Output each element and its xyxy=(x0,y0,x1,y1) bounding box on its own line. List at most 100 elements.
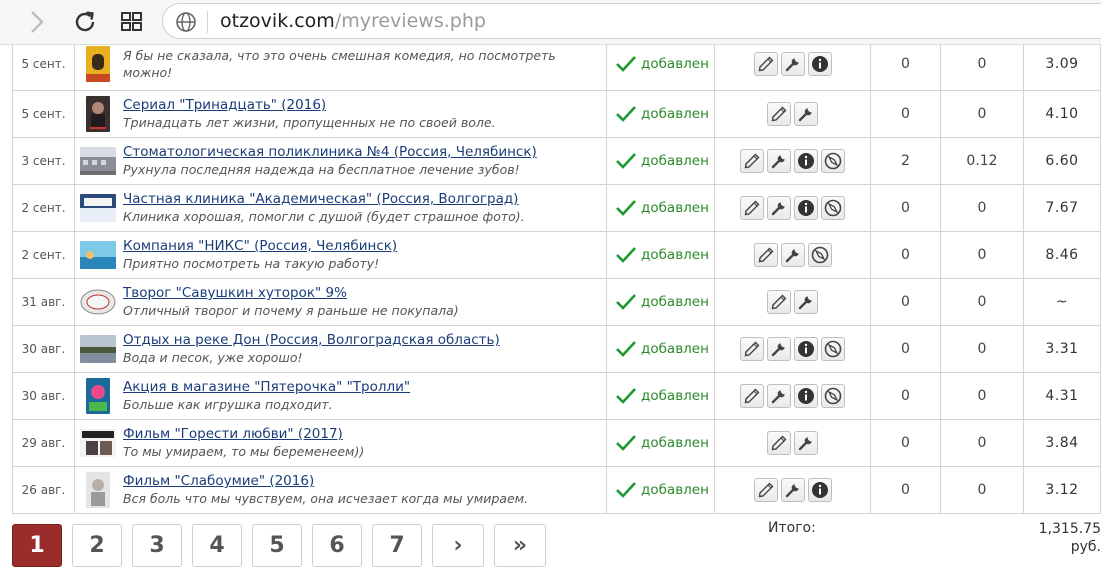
address-bar[interactable]: otzovik.com/myreviews.php xyxy=(162,3,1101,39)
review-status-cell: добавлен xyxy=(606,466,715,514)
wrench-button[interactable] xyxy=(794,430,818,455)
review-thumbnail[interactable] xyxy=(80,241,116,269)
review-status: добавлен xyxy=(641,294,709,310)
compass-button[interactable] xyxy=(821,195,845,220)
tabs-grid-button[interactable] xyxy=(117,7,147,37)
page-button-6[interactable]: 6 xyxy=(312,524,362,567)
review-title-cell: Компания "НИКС" (Россия, Челябинск) Прия… xyxy=(74,231,607,279)
review-thumbnail[interactable] xyxy=(80,147,116,175)
compass-button[interactable] xyxy=(821,383,845,408)
page-button-7[interactable]: 7 xyxy=(372,524,422,567)
info-button[interactable] xyxy=(807,51,832,76)
review-title-link[interactable]: Творог "Савушкин хуторок" 9% xyxy=(123,285,459,302)
wrench-button[interactable] xyxy=(767,336,791,361)
page-button-5[interactable]: 5 xyxy=(252,524,302,567)
page-button-4[interactable]: 4 xyxy=(192,524,242,567)
review-title-link[interactable]: Частная клиника "Академическая" (Россия,… xyxy=(123,191,525,208)
review-thumbnail[interactable] xyxy=(80,194,116,222)
info-button[interactable] xyxy=(794,383,818,408)
compass-button[interactable] xyxy=(821,148,845,173)
wrench-button[interactable] xyxy=(794,289,818,314)
review-title-cell: Сериал "Тринадцать" (2016) Тринадцать ле… xyxy=(74,90,607,138)
review-earnings: ~ xyxy=(1023,278,1101,326)
review-earnings: 4.10 xyxy=(1023,90,1101,138)
page-button-1[interactable]: 1 xyxy=(12,524,62,567)
review-thumbnail[interactable] xyxy=(80,288,116,316)
wrench-button[interactable] xyxy=(767,148,791,173)
review-status: добавлен xyxy=(641,56,709,72)
review-thumbnail[interactable] xyxy=(80,429,116,457)
info-button[interactable] xyxy=(794,148,818,173)
checkmark-icon xyxy=(616,56,636,72)
wrench-button[interactable] xyxy=(794,101,818,126)
review-thumbnail[interactable] xyxy=(86,378,110,414)
back-button[interactable] xyxy=(22,7,52,37)
wrench-button[interactable] xyxy=(780,242,805,267)
pencil-icon xyxy=(770,293,788,311)
review-status: добавлен xyxy=(641,388,709,404)
next-page-button[interactable]: › xyxy=(432,524,484,567)
pencil-button[interactable] xyxy=(740,148,764,173)
review-comments-count: 0 xyxy=(870,231,941,279)
info-button[interactable] xyxy=(807,477,832,502)
review-title-cell: Стоматологическая поликлиника №4 (Россия… xyxy=(74,137,607,185)
review-n2-value: 0 xyxy=(940,184,1024,232)
review-title-link[interactable]: Отдых на реке Дон (Россия, Волгоградская… xyxy=(123,332,500,349)
review-status-cell: добавлен xyxy=(606,137,715,185)
review-thumbnail[interactable] xyxy=(86,46,110,82)
reload-button[interactable] xyxy=(70,7,100,37)
pencil-button[interactable] xyxy=(767,430,791,455)
review-title-cell: Фильм "Горести любви" (2017) То мы умира… xyxy=(74,419,607,467)
wrench-icon xyxy=(797,434,815,452)
pencil-button[interactable] xyxy=(767,289,791,314)
wrench-button[interactable] xyxy=(767,383,791,408)
review-comments-count: 0 xyxy=(870,466,941,514)
review-status: добавлен xyxy=(641,200,709,216)
pencil-button[interactable] xyxy=(740,336,764,361)
review-title-link[interactable]: Сериал "Тринадцать" (2016) xyxy=(123,97,496,114)
info-icon xyxy=(797,387,815,405)
review-status-cell: добавлен xyxy=(606,419,715,467)
review-tools-cell xyxy=(714,466,871,514)
pencil-button[interactable] xyxy=(753,51,778,76)
review-n2-value: 0 xyxy=(940,90,1024,138)
wrench-button[interactable] xyxy=(780,477,805,502)
url-text[interactable]: otzovik.com/myreviews.php xyxy=(220,10,486,32)
pencil-button[interactable] xyxy=(753,242,778,267)
review-summary: Тринадцать лет жизни, пропущенных не по … xyxy=(123,115,496,130)
review-summary: Вся боль что мы чувствуем, она исчезает … xyxy=(123,491,529,506)
review-title-link[interactable]: Акция в магазине "Пятерочка" "Тролли" xyxy=(123,379,410,396)
review-thumbnail[interactable] xyxy=(80,335,116,363)
review-thumbnail[interactable] xyxy=(86,96,110,132)
review-date: 2 сент. xyxy=(12,184,75,232)
chevron-left-icon xyxy=(31,11,44,33)
compass-icon xyxy=(824,387,842,405)
last-page-button[interactable]: » xyxy=(494,524,546,567)
review-earnings: 3.12 xyxy=(1023,466,1101,514)
review-date: 3 сент. xyxy=(12,137,75,185)
review-status-cell: добавлен xyxy=(606,278,715,326)
review-thumbnail[interactable] xyxy=(86,472,110,508)
review-title-cell: Фильм "Слабоумие" (2016) Вся боль что мы… xyxy=(74,466,607,514)
info-button[interactable] xyxy=(794,336,818,361)
pencil-button[interactable] xyxy=(740,383,764,408)
review-title-link[interactable]: Фильм "Слабоумие" (2016) xyxy=(123,473,528,490)
pencil-button[interactable] xyxy=(753,477,778,502)
wrench-button[interactable] xyxy=(767,195,791,220)
review-summary: Клиника хорошая, помогли с душой (будет … xyxy=(123,209,525,224)
review-date: 5 сент. xyxy=(12,44,75,91)
page-button-2[interactable]: 2 xyxy=(72,524,122,567)
review-summary: Я бы не сказала, что это очень смешная к… xyxy=(123,48,556,80)
pencil-button[interactable] xyxy=(740,195,764,220)
compass-button[interactable] xyxy=(821,336,845,361)
info-button[interactable] xyxy=(794,195,818,220)
wrench-button[interactable] xyxy=(780,51,805,76)
pencil-button[interactable] xyxy=(767,101,791,126)
page-button-3[interactable]: 3 xyxy=(132,524,182,567)
review-date: 5 сент. xyxy=(12,90,75,138)
review-title-link[interactable]: Компания "НИКС" (Россия, Челябинск) xyxy=(123,238,397,255)
reviews-table: 5 сент. Я бы не сказала, что это очень с… xyxy=(12,44,1101,514)
compass-button[interactable] xyxy=(807,242,832,267)
review-title-link[interactable]: Стоматологическая поликлиника №4 (Россия… xyxy=(123,144,537,161)
review-title-link[interactable]: Фильм "Горести любви" (2017) xyxy=(123,426,364,443)
